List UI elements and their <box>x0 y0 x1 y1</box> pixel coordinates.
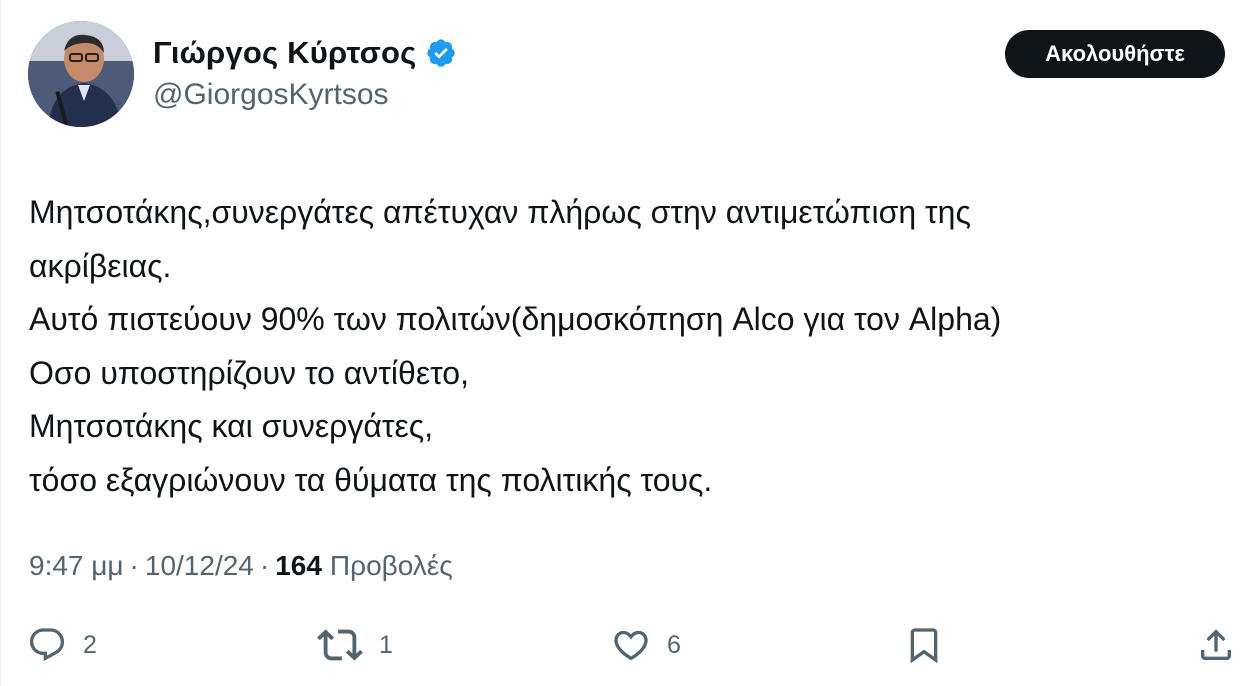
tweet-text-line: τόσο εξαγριώνουν τα θύματα της πολιτικής… <box>29 461 713 498</box>
author-name-row[interactable]: Γιώργος Κύρτσος <box>153 33 457 73</box>
verified-badge-icon <box>425 37 457 69</box>
reply-button[interactable]: 2 <box>27 620 97 670</box>
share-button[interactable] <box>1196 620 1236 670</box>
views-count: 164 <box>275 550 322 581</box>
meta-separator: · <box>259 550 270 581</box>
retweet-icon <box>317 622 363 668</box>
heart-icon <box>611 625 651 665</box>
like-button[interactable]: 6 <box>611 620 681 670</box>
tweet-text-line: Μητσοτάκης και συνεργάτες, <box>29 408 434 444</box>
like-count: 6 <box>667 630 681 659</box>
author-handle[interactable]: @GiorgosKyrtsos <box>153 78 389 112</box>
tweet-text-line: Μητσοτάκης,συνεργάτες απέτυχαν πλήρως στ… <box>29 194 971 230</box>
retweet-count: 1 <box>379 630 393 659</box>
tweet-meta: 9:47 μμ · 10/12/24 · 164 Προβολές <box>29 550 453 582</box>
follow-button[interactable]: Ακολουθήστε <box>1005 30 1225 78</box>
retweet-button[interactable]: 1 <box>317 620 393 670</box>
bookmark-icon <box>904 625 944 665</box>
tweet-card: Γιώργος Κύρτσος @GiorgosKyrtsos Ακολουθή… <box>0 0 1245 686</box>
tweet-date[interactable]: 10/12/24 <box>145 550 254 582</box>
tweet-text: Μητσοτάκης,συνεργάτες απέτυχαν πλήρως στ… <box>29 186 1229 507</box>
bookmark-button[interactable] <box>904 620 944 670</box>
tweet-time[interactable]: 9:47 μμ <box>29 550 124 582</box>
reply-icon <box>27 625 67 665</box>
meta-separator: · <box>129 550 139 581</box>
tweet-text-line: ακρίβειας. <box>29 247 172 284</box>
tweet-text-line: Οσο υποστηρίζουν το αντίθετο, <box>29 354 469 391</box>
views-label: Προβολές <box>329 550 453 581</box>
author-avatar[interactable] <box>28 21 134 127</box>
tweet-actions: 2 1 6 <box>1 620 1245 670</box>
reply-count: 2 <box>83 630 97 659</box>
share-icon <box>1196 625 1236 665</box>
author-display-name[interactable]: Γιώργος Κύρτσος <box>153 35 417 71</box>
tweet-text-line: Αυτό πιστεύουν 90% των πολιτών(δημοσκόπη… <box>29 301 1002 337</box>
avatar-image <box>28 21 134 127</box>
